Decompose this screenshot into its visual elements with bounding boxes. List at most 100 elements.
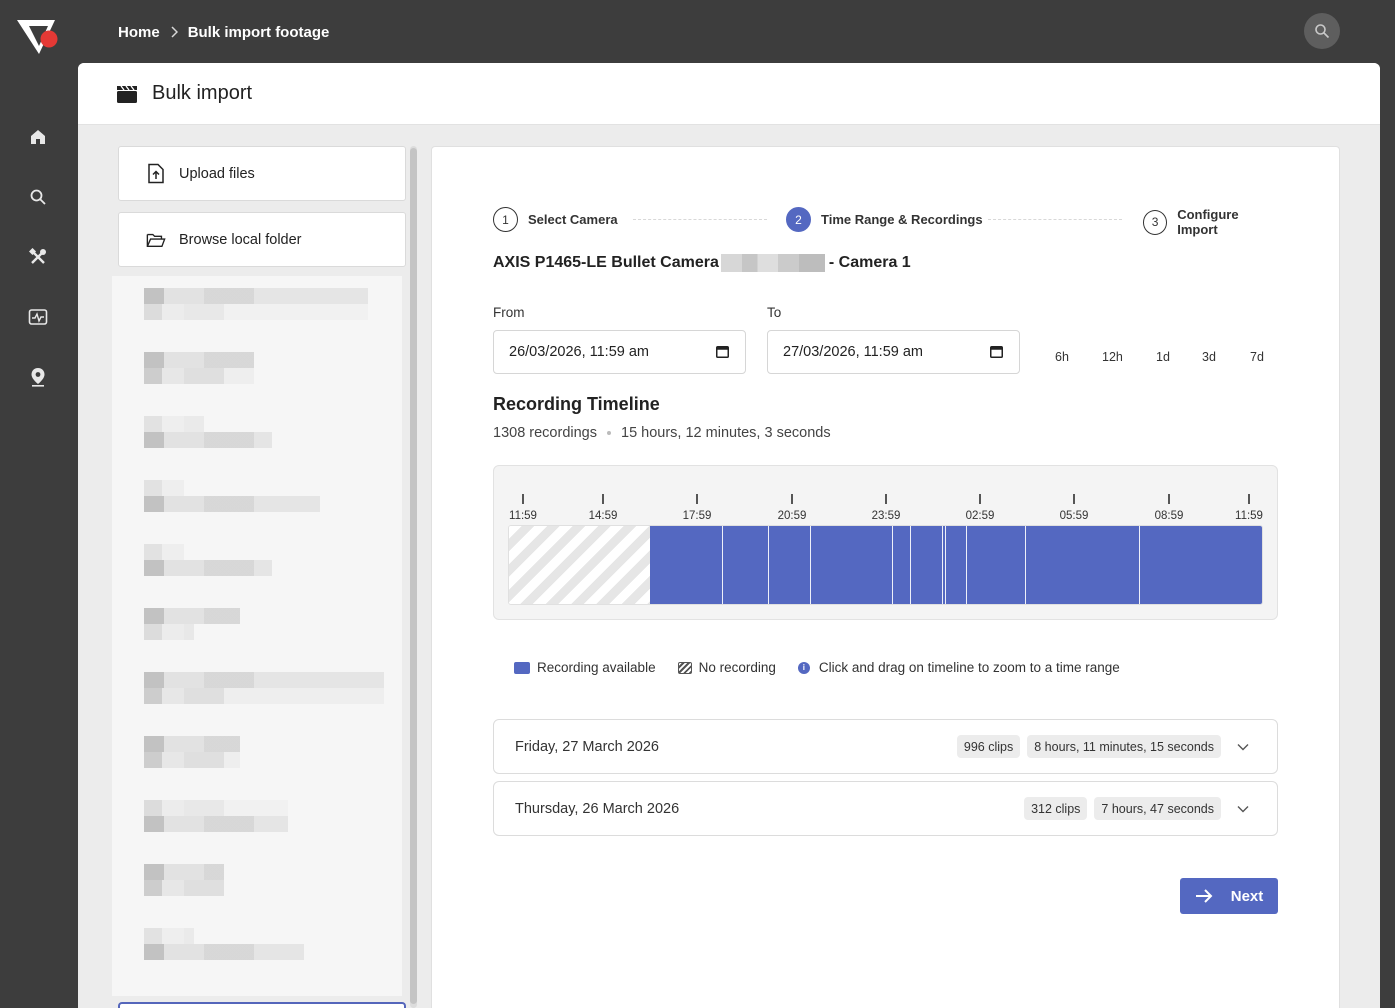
timeline-legend: Recording available No recording i Click… xyxy=(514,660,1142,675)
recording-gap xyxy=(909,526,911,604)
step-configure-import[interactable]: 3 Configure Import xyxy=(1143,207,1279,237)
timeline-tick-label: 17:59 xyxy=(682,510,712,522)
timeline-tick-label: 23:59 xyxy=(871,510,901,522)
step-connector xyxy=(633,219,767,220)
recording-duration: 15 hours, 12 minutes, 3 seconds xyxy=(621,425,831,441)
recording-gap xyxy=(965,526,967,604)
step-label: Configure Import xyxy=(1177,207,1239,237)
list-item[interactable] xyxy=(112,596,402,660)
step-number: 1 xyxy=(493,207,518,232)
arrow-right-icon xyxy=(1195,889,1213,903)
step-label: Time Range & Recordings xyxy=(821,212,983,227)
timeline-tick xyxy=(979,494,981,504)
import-wizard: 1 Select Camera 2 Time Range & Recording… xyxy=(431,146,1340,1008)
list-item[interactable] xyxy=(112,916,402,980)
quick-range-6h[interactable]: 6h xyxy=(1055,350,1069,364)
to-value: 27/03/2026, 11:59 am xyxy=(783,344,924,360)
recording-segment[interactable] xyxy=(650,526,1262,604)
day-label: Thursday, 26 March 2026 xyxy=(515,800,680,817)
to-datetime-input[interactable]: 27/03/2026, 11:59 am xyxy=(767,330,1020,374)
breadcrumb: Home Bulk import footage xyxy=(118,21,329,43)
chevron-down-icon xyxy=(1237,806,1249,813)
info-icon: i xyxy=(797,661,810,674)
camera-name-prefix: AXIS P1465-LE Bullet Camera xyxy=(493,254,719,271)
selected-list-item[interactable] xyxy=(118,1002,406,1008)
upload-files-button[interactable]: Upload files xyxy=(118,146,406,201)
chevron-right-icon xyxy=(170,26,178,38)
recording-gap xyxy=(941,526,943,604)
recording-gap xyxy=(721,526,723,604)
quick-range-12h[interactable]: 12h xyxy=(1102,350,1123,364)
step-number: 2 xyxy=(786,207,811,232)
calendar-icon xyxy=(716,346,729,358)
legend-hint: i Click and drag on timeline to zoom to … xyxy=(797,660,1120,675)
location-icon[interactable] xyxy=(26,365,50,389)
timeline-title: Recording Timeline xyxy=(493,394,660,414)
next-button[interactable]: Next xyxy=(1180,878,1278,914)
search-icon xyxy=(1315,24,1330,39)
step-select-camera[interactable]: 1 Select Camera xyxy=(493,207,618,232)
legend-hint-label: Click and drag on timeline to zoom to a … xyxy=(818,660,1120,675)
camera-title: AXIS P1465-LE Bullet Camera - Camera 1 xyxy=(493,254,911,272)
from-label: From xyxy=(493,305,525,320)
list-item[interactable] xyxy=(112,468,402,532)
list-item[interactable] xyxy=(112,724,402,788)
recording-count: 1308 recordings xyxy=(493,425,597,441)
list-item[interactable] xyxy=(112,276,402,340)
timeline-tick xyxy=(1073,494,1075,504)
list-item[interactable] xyxy=(112,532,402,596)
list-item[interactable] xyxy=(112,660,402,724)
from-datetime-input[interactable]: 26/03/2026, 11:59 am xyxy=(493,330,746,374)
timeline-summary: 1308 recordings 15 hours, 12 minutes, 3 … xyxy=(493,425,831,441)
next-label: Next xyxy=(1230,887,1264,905)
breadcrumb-current: Bulk import footage xyxy=(187,23,330,41)
upload-files-label: Upload files xyxy=(179,165,255,182)
recording-timeline[interactable]: 11:59 14:59 17:59 20:59 23:59 02:59 05:59 08:59… xyxy=(493,465,1278,620)
activity-icon[interactable] xyxy=(26,305,50,329)
legend-swatch-none xyxy=(677,661,692,674)
redacted-serial xyxy=(720,254,825,272)
breadcrumb-home[interactable]: Home xyxy=(118,24,160,41)
step-number: 3 xyxy=(1143,209,1168,235)
no-recording-segment xyxy=(509,526,651,604)
timeline-tick-label: 14:59 xyxy=(588,510,618,522)
quick-range-1d[interactable]: 1d xyxy=(1156,350,1170,364)
timeline-tick xyxy=(791,494,793,504)
source-column: Upload files Browse local folder xyxy=(112,146,406,1008)
home-icon[interactable] xyxy=(26,125,50,149)
list-item[interactable] xyxy=(112,852,402,916)
camera-list xyxy=(112,276,402,996)
folder-open-icon xyxy=(146,229,166,251)
side-rail xyxy=(0,0,78,1008)
legend-none: No recording xyxy=(677,660,776,675)
day-row-thursday[interactable]: Thursday, 26 March 2026 312 clips 7 hour… xyxy=(493,781,1278,836)
browse-folder-label: Browse local folder xyxy=(179,231,302,248)
page-title: Bulk import xyxy=(152,82,253,104)
timeline-tick xyxy=(1248,494,1250,504)
quick-range-3d[interactable]: 3d xyxy=(1202,350,1216,364)
timeline-tick xyxy=(885,494,887,504)
timeline-bar[interactable] xyxy=(508,525,1263,605)
timeline-tick-label: 08:59 xyxy=(1154,510,1184,522)
timeline-tick-label: 02:59 xyxy=(965,510,995,522)
timeline-tick xyxy=(522,494,524,504)
browse-folder-button[interactable]: Browse local folder xyxy=(118,212,406,267)
list-item[interactable] xyxy=(112,788,402,852)
clip-count-badge: 996 clips xyxy=(956,735,1021,758)
quick-range-7d[interactable]: 7d xyxy=(1250,350,1264,364)
step-connector xyxy=(988,219,1122,220)
list-item[interactable] xyxy=(112,340,402,404)
global-search-button[interactable] xyxy=(1304,13,1340,49)
day-row-friday[interactable]: Friday, 27 March 2026 996 clips 8 hours,… xyxy=(493,719,1278,774)
legend-none-label: No recording xyxy=(698,660,776,675)
recording-gap xyxy=(1138,526,1140,604)
scrollbar-thumb[interactable] xyxy=(410,148,417,1004)
app-logo[interactable] xyxy=(15,16,63,60)
timeline-tick xyxy=(602,494,604,504)
step-time-range[interactable]: 2 Time Range & Recordings xyxy=(786,207,983,232)
list-item[interactable] xyxy=(112,404,402,468)
tools-icon[interactable] xyxy=(26,245,50,269)
camera-name-suffix: - Camera 1 xyxy=(828,254,911,271)
recording-gap xyxy=(944,526,946,604)
search-icon[interactable] xyxy=(26,185,50,209)
